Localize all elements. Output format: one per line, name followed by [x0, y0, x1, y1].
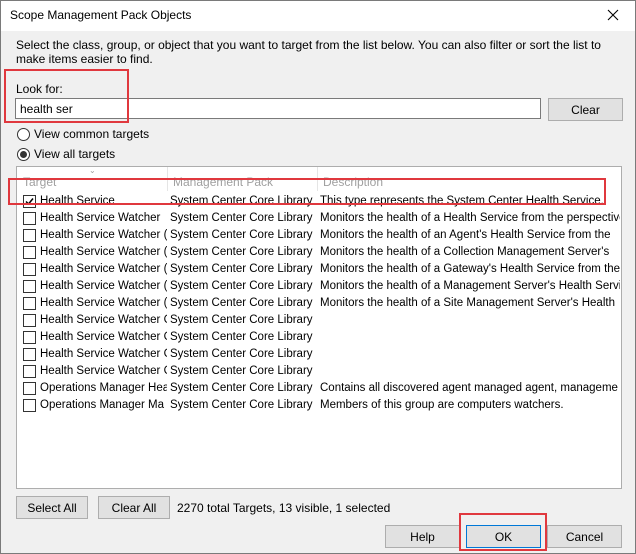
annotation-highlight-look-for	[4, 69, 129, 123]
scope-dialog: Scope Management Pack Objects Select the…	[0, 0, 636, 554]
clear-button[interactable]: Clear	[548, 98, 623, 121]
checkbox[interactable]	[23, 263, 36, 276]
view-all-targets-label: View all targets	[34, 147, 116, 161]
help-button[interactable]: Help	[385, 525, 460, 548]
cell-pack: System Center Core Library	[170, 365, 313, 377]
checkbox[interactable]	[23, 246, 36, 259]
cell-description: Monitors the health of a Health Service …	[320, 212, 620, 224]
table-row[interactable]: Health Service Watcher G System Center Co…	[17, 312, 621, 329]
table-row[interactable]: Health Service Watcher (System Center Co…	[17, 295, 621, 312]
cell-pack: System Center Core Library	[170, 263, 313, 275]
targets-list[interactable]: ⌄ Target Management Pack Description Hea…	[16, 166, 622, 489]
view-common-targets-label: View common targets	[34, 127, 150, 141]
cell-target: Health Service Watcher (	[40, 246, 167, 258]
sort-chevron-icon: ⌄	[89, 166, 96, 175]
cell-target: Health Service Watcher G	[40, 365, 167, 377]
cell-description: Monitors the health of a Site Management…	[320, 297, 615, 309]
table-row[interactable]: Health Service Watcher (System Center Co…	[17, 227, 621, 244]
close-icon	[607, 9, 619, 24]
table-row[interactable]: Health Service Watcher G System Center Co…	[17, 363, 621, 380]
cell-description: Monitors the health of a Management Serv…	[320, 280, 620, 292]
cell-description: Monitors the health of a Gateway's Healt…	[320, 263, 620, 275]
clear-all-button[interactable]: Clear All	[98, 496, 170, 519]
cell-pack: System Center Core Library	[170, 399, 313, 411]
cell-target: Health Service Watcher G	[40, 331, 167, 343]
checkbox[interactable]	[23, 348, 36, 361]
table-row[interactable]: Health Service Watcher (System Center Co…	[17, 261, 621, 278]
cell-pack: System Center Core Library	[170, 348, 313, 360]
checkbox[interactable]	[23, 212, 36, 225]
cell-pack: System Center Core Library	[170, 331, 313, 343]
radio-indicator	[17, 127, 30, 141]
cancel-button[interactable]: Cancel	[547, 525, 622, 548]
table-row[interactable]: Operations Manager Ma System Center Core …	[17, 397, 621, 414]
cell-description: Monitors the health of an Agent's Health…	[320, 229, 611, 241]
cell-pack: System Center Core Library	[170, 212, 313, 224]
table-row[interactable]: Health Service Watcher (System Center Co…	[17, 244, 621, 261]
dialog-title: Scope Management Pack Objects	[10, 8, 192, 22]
cell-description: Members of this group are computers watc…	[320, 399, 564, 411]
cell-target: Operations Manager Ma	[40, 399, 165, 411]
table-row[interactable]: Health Service Watcher G System Center Co…	[17, 329, 621, 346]
table-row[interactable]: Health Service Watcher (System Center Co…	[17, 278, 621, 295]
cell-target: Health Service Watcher (	[40, 229, 167, 241]
checkbox[interactable]	[23, 382, 36, 395]
cell-target: Health Service Watcher	[40, 212, 161, 224]
close-button[interactable]	[591, 1, 635, 31]
cell-target: Health Service Watcher G	[40, 314, 167, 326]
cell-target: Operations Manager Hea	[40, 382, 167, 394]
instructions-text: Select the class, group, or object that …	[16, 38, 601, 66]
selection-status: 2270 total Targets, 13 visible, 1 select…	[177, 501, 391, 515]
table-row[interactable]: Health Service Watcher System Center Core…	[17, 210, 621, 227]
checkbox[interactable]	[23, 331, 36, 344]
select-all-button[interactable]: Select All	[16, 496, 88, 519]
cell-pack: System Center Core Library	[170, 229, 313, 241]
cell-target: Health Service Watcher G	[40, 348, 167, 360]
table-row[interactable]: Health Service Watcher G System Center Co…	[17, 346, 621, 363]
annotation-highlight-ok	[459, 513, 547, 551]
table-row[interactable]: Operations Manager Hea System Center Core…	[17, 380, 621, 397]
checkbox[interactable]	[23, 297, 36, 310]
view-all-targets-radio[interactable]: View all targets	[17, 147, 115, 161]
checkbox[interactable]	[23, 314, 36, 327]
cell-pack: System Center Core Library	[170, 246, 313, 258]
checkbox[interactable]	[23, 365, 36, 378]
cell-pack: System Center Core Library	[170, 382, 313, 394]
checkbox[interactable]	[23, 399, 36, 412]
cell-description: Monitors the health of a Collection Mana…	[320, 246, 610, 258]
cell-pack: System Center Core Library	[170, 280, 313, 292]
cell-target: Health Service Watcher (	[40, 297, 167, 309]
annotation-highlight-health-service	[8, 178, 606, 205]
cell-pack: System Center Core Library	[170, 297, 313, 309]
checkbox[interactable]	[23, 280, 36, 293]
cell-target: Health Service Watcher (	[40, 280, 167, 292]
title-bar: Scope Management Pack Objects	[1, 1, 635, 31]
radio-indicator-selected	[17, 147, 30, 161]
list-rows: Health Service System Center Core Library…	[17, 193, 621, 414]
view-common-targets-radio[interactable]: View common targets	[17, 127, 149, 141]
cell-target: Health Service Watcher (	[40, 263, 167, 275]
cell-description: Contains all discovered agent managed ag…	[320, 382, 618, 394]
cell-pack: System Center Core Library	[170, 314, 313, 326]
checkbox[interactable]	[23, 229, 36, 242]
